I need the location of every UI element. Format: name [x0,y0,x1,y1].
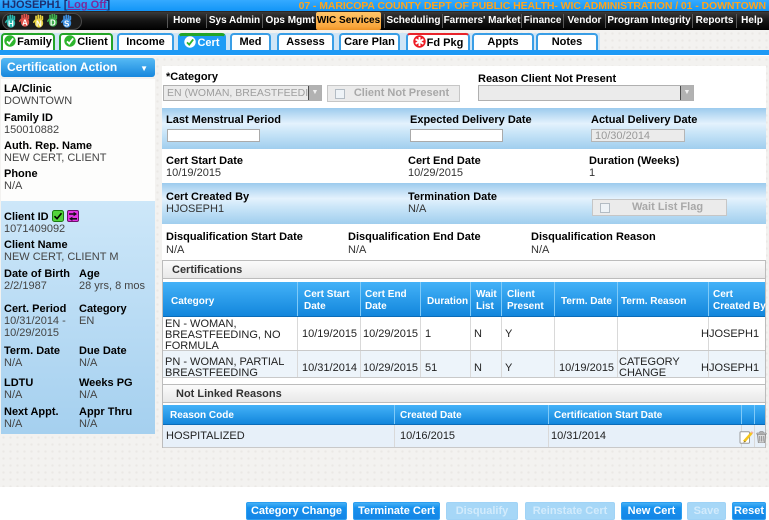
svg-text:S: S [64,20,70,29]
svg-text:N: N [36,20,42,29]
svg-text:A: A [22,19,28,28]
svg-text:H: H [8,20,14,29]
svg-text:D: D [50,19,56,28]
